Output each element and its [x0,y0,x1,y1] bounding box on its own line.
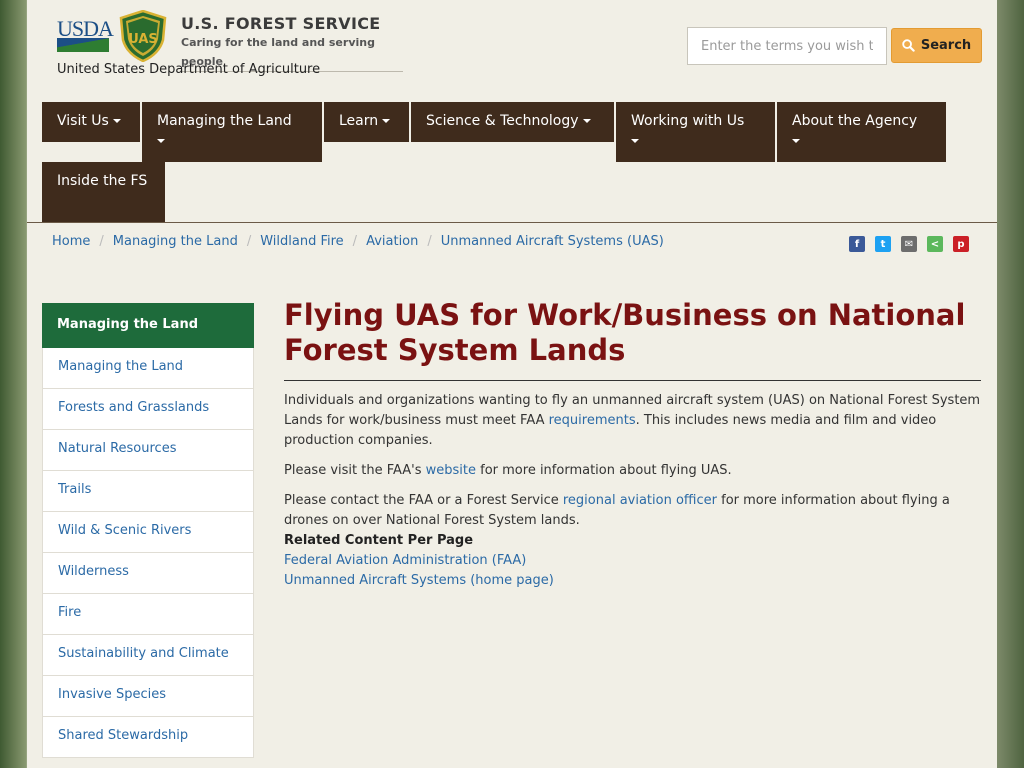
nav-visit-us[interactable]: Visit Us [42,102,140,142]
twitter-icon[interactable]: t [875,236,891,252]
search-input[interactable] [687,27,887,65]
regional-aviation-officer-link[interactable]: regional aviation officer [563,493,717,508]
website-link[interactable]: website [426,463,476,478]
paragraph-requirements: Individuals and organizations wanting to… [284,391,981,451]
requirements-link[interactable]: requirements [549,413,636,428]
facebook-icon[interactable]: f [849,236,865,252]
sidebar-item[interactable]: Sustainability and Climate [42,635,254,676]
search-icon [902,39,915,52]
caret-down-icon [157,139,165,143]
caret-down-icon [582,119,591,123]
breadcrumb-aviation[interactable]: Aviation [366,234,418,249]
nav-label: Working with Us [631,113,745,129]
sidebar-item[interactable]: Wilderness [42,553,254,594]
text: Please contact the FAA or a Forest Servi… [284,493,563,508]
caret-down-icon [112,119,121,123]
caret-down-icon [792,139,800,143]
usda-logo[interactable]: USDA [57,16,114,52]
nav-science-technology[interactable]: Science & Technology [411,102,614,142]
breadcrumb-uas[interactable]: Unmanned Aircraft Systems (UAS) [441,234,664,249]
breadcrumb-wildland-fire[interactable]: Wildland Fire [260,234,343,249]
sidebar-nav: Managing the Land Managing the Land Fore… [42,303,254,758]
sidebar-item[interactable]: Wild & Scenic Rivers [42,512,254,553]
page-title: Flying UAS for Work/Business on National… [284,298,981,381]
breadcrumb-home[interactable]: Home [52,234,90,249]
caret-down-icon [382,119,391,123]
nav-label: Inside the FS [57,173,148,189]
forest-service-shield-logo[interactable]: UAS [118,9,168,63]
related-link-uas-home[interactable]: Unmanned Aircraft Systems (home page) [284,571,981,591]
share-icon[interactable]: < [927,236,943,252]
nav-working-with-us[interactable]: Working with Us [616,102,775,162]
nav-divider [27,222,997,223]
share-toolbar: f t ✉ < p [849,236,969,252]
sidebar-item[interactable]: Invasive Species [42,676,254,717]
usda-logo-waves [57,38,109,52]
sidebar-heading[interactable]: Managing the Land [42,303,254,348]
main-content: Flying UAS for Work/Business on National… [284,298,981,591]
sidebar-item[interactable]: Natural Resources [42,430,254,471]
department-name: United States Department of Agriculture [57,62,321,77]
nav-label: Learn [339,113,379,129]
breadcrumb-separator: / [99,234,104,249]
breadcrumb-managing-the-land[interactable]: Managing the Land [113,234,238,249]
breadcrumb: Home / Managing the Land / Wildland Fire… [52,234,664,249]
breadcrumb-separator: / [352,234,358,249]
sidebar-item[interactable]: Trails [42,471,254,512]
pinterest-icon[interactable]: p [953,236,969,252]
paragraph-website: Please visit the FAA's website for more … [284,461,981,481]
sidebar-item[interactable]: Forests and Grasslands [42,389,254,430]
related-content-heading: Related Content Per Page [284,533,474,548]
agency-title[interactable]: U.S. FOREST SERVICE [181,14,381,33]
text: for more information about flying UAS. [476,463,732,478]
sidebar-item[interactable]: Managing the Land [42,348,254,389]
nav-label: Visit Us [57,113,109,129]
nav-label: About the Agency [792,113,918,129]
related-link-faa[interactable]: Federal Aviation Administration (FAA) [284,551,981,571]
text: Please visit the FAA's [284,463,426,478]
nav-learn[interactable]: Learn [324,102,409,142]
nav-managing-the-land[interactable]: Managing the Land [142,102,322,162]
shield-text: UAS [128,32,158,47]
nav-label: Science & Technology [426,113,579,129]
nav-label: Managing the Land [157,113,292,129]
search-button[interactable]: Search [891,28,982,63]
sidebar-item[interactable]: Fire [42,594,254,635]
search-button-label: Search [920,38,972,53]
page-container: USDA UAS U.S. FOREST SERVICE Caring for … [27,0,997,768]
nav-inside-the-fs[interactable]: Inside the FS [42,162,165,222]
breadcrumb-separator: / [246,234,252,249]
breadcrumb-separator: / [427,234,432,249]
sidebar-item[interactable]: Shared Stewardship [42,717,254,758]
paragraph-contact: Please contact the FAA or a Forest Servi… [284,491,981,531]
email-icon[interactable]: ✉ [901,236,917,252]
nav-about-the-agency[interactable]: About the Agency [777,102,946,162]
caret-down-icon [631,139,639,143]
